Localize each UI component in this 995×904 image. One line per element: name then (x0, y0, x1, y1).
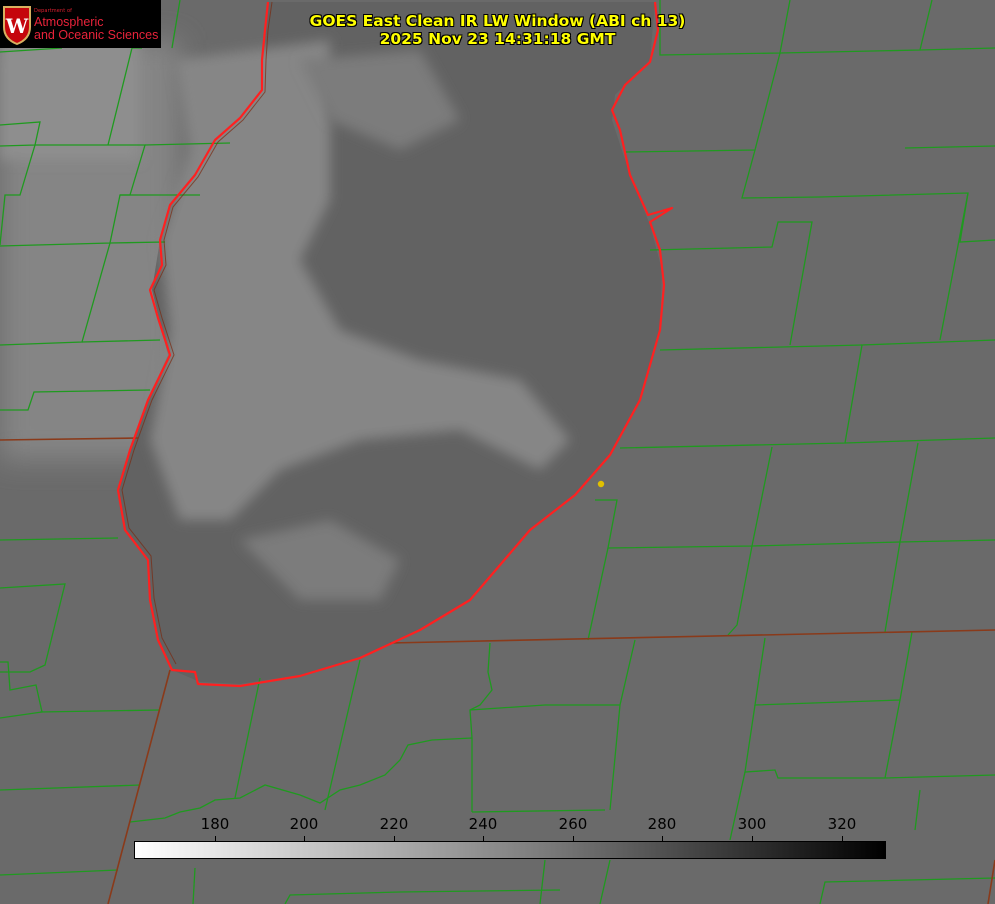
colorbar-tick-mark (304, 836, 305, 841)
colorbar (134, 841, 886, 859)
image-timestamp: 2025 Nov 23 14:31:18 GMT (379, 30, 616, 48)
satellite-image: W Department of Atmospheric and Oceanic … (0, 0, 995, 904)
colorbar-tick-mark (394, 836, 395, 841)
colorbar-tick-label: 220 (379, 815, 409, 833)
colorbar-tick-label: 300 (737, 815, 767, 833)
colorbar-tick-mark (752, 836, 753, 841)
colorbar-tick-mark (842, 836, 843, 841)
colorbar-tick-label: 200 (289, 815, 319, 833)
colorbar-tick-mark (483, 836, 484, 841)
location-marker (597, 480, 605, 488)
colorbar-tick-mark (573, 836, 574, 841)
colorbar-tick-label: 260 (558, 815, 588, 833)
colorbar-tick-mark (215, 836, 216, 841)
colorbar-tick-label: 280 (647, 815, 677, 833)
colorbar-tick-mark (662, 836, 663, 841)
colorbar-tick-label: 240 (468, 815, 498, 833)
colorbar-tick-label: 320 (827, 815, 857, 833)
image-title: GOES East Clean IR LW Window (ABI ch 13) (309, 12, 686, 30)
map-layer (0, 0, 995, 904)
colorbar-tick-label: 180 (200, 815, 230, 833)
